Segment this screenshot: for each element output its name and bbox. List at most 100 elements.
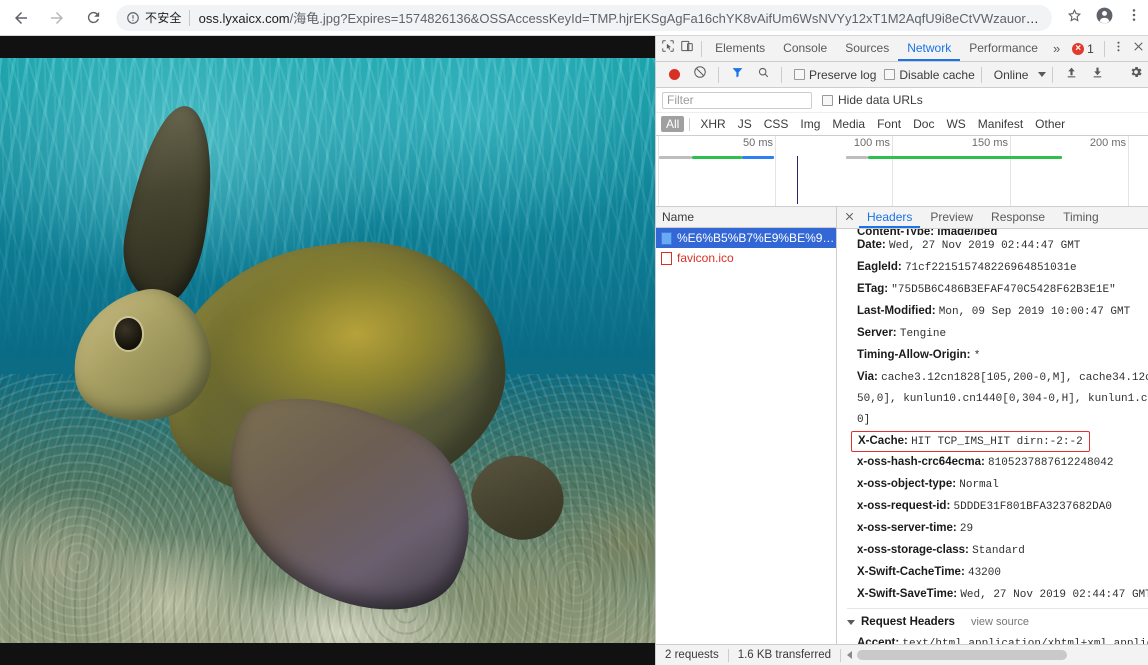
back-arrow-icon (12, 9, 30, 27)
bookmark-button[interactable] (1060, 4, 1088, 32)
timeline-bar-finish-1 (742, 156, 774, 159)
hide-data-urls-checkbox[interactable]: Hide data URLs (822, 93, 923, 107)
header-key: Via: (857, 371, 878, 383)
network-toolbar: Preserve log Disable cache Online (656, 62, 1148, 88)
header-line-timing-allow-origin: Timing-Allow-Origin: * (847, 345, 1148, 367)
request-name: favicon.ico (677, 251, 734, 265)
timeline-tick-label: 150 ms (971, 137, 1008, 149)
clear-button[interactable] (688, 63, 712, 87)
header-line-via: Via: cache3.12cn1828[105,200-0,M], cache… (847, 367, 1148, 389)
import-har-icon (1065, 66, 1078, 84)
throttling-select[interactable]: Online (994, 68, 1047, 82)
throttling-value: Online (993, 67, 1029, 82)
tab-timing[interactable]: Timing (1055, 207, 1107, 228)
resource-type-filters: All XHR JS CSS Img Media Font Doc WS Man… (656, 113, 1148, 136)
network-settings-button[interactable] (1124, 63, 1148, 87)
tab-elements[interactable]: Elements (706, 36, 774, 61)
device-toolbar-button[interactable] (678, 37, 698, 61)
type-filter-media[interactable]: Media (827, 116, 870, 132)
type-filter-css[interactable]: CSS (759, 116, 794, 132)
kebab-menu-icon (1126, 7, 1142, 28)
type-filter-manifest[interactable]: Manifest (973, 116, 1028, 132)
close-icon (844, 210, 855, 225)
header-line-oss-request-id: x-oss-request-id: 5DDDE31F801BFA3237682D… (847, 496, 1148, 518)
preserve-log-checkbox[interactable]: Preserve log (794, 68, 876, 82)
device-toolbar-icon (680, 39, 694, 58)
disable-cache-checkbox[interactable]: Disable cache (884, 68, 975, 82)
tab-performance[interactable]: Performance (960, 36, 1047, 61)
network-timeline-overview[interactable]: 50 ms 100 ms 150 ms 200 ms (656, 136, 1148, 207)
request-headers-title: Request Headers (861, 616, 955, 628)
type-filter-js[interactable]: JS (733, 116, 757, 132)
inspect-element-button[interactable] (658, 37, 678, 61)
filter-toggle-button[interactable] (725, 63, 749, 87)
header-line-server: Server: Tengine (847, 323, 1148, 345)
image-file-icon (661, 231, 672, 245)
type-filter-font[interactable]: Font (872, 116, 906, 132)
header-line-accept: Accept: text/html,application/xhtml+xml,… (847, 633, 1148, 644)
back-button[interactable] (6, 3, 36, 33)
header-key: X-Swift-SaveTime: (857, 588, 958, 600)
checkbox-icon (794, 69, 805, 80)
reload-button[interactable] (78, 3, 108, 33)
header-value: * (973, 350, 981, 362)
filter-input[interactable]: Filter (662, 91, 812, 109)
view-source-link[interactable]: view source (971, 611, 1029, 633)
url-text[interactable]: oss.lyxaicx.com/海龟.jpg?Expires=157482613… (199, 8, 1042, 27)
chevron-down-icon (847, 619, 855, 625)
reload-icon (85, 9, 102, 26)
type-filter-all[interactable]: All (661, 116, 685, 132)
tab-console[interactable]: Console (774, 36, 836, 61)
scroll-left-arrow-icon[interactable] (847, 651, 853, 659)
error-count-badge[interactable]: × 1 (1066, 42, 1100, 56)
request-headers-section-header[interactable]: Request Headers view source (847, 608, 1148, 633)
headers-content[interactable]: Content-Type: image/jpeg Date: Wed, 27 N… (837, 229, 1148, 644)
image-container (0, 58, 655, 643)
header-line-x-cache: X-Cache: HIT TCP_IMS_HIT dirn:-2:-2 (847, 431, 1148, 452)
forward-button[interactable] (42, 3, 72, 33)
toolbar-right-actions (1060, 4, 1148, 32)
timeline-tick-label: 100 ms (853, 137, 890, 149)
type-filter-other[interactable]: Other (1030, 116, 1070, 132)
header-key: Timing-Allow-Origin: (857, 349, 971, 361)
table-row[interactable]: %E6%B5%B7%E9%BE%9F.jpg?… (656, 228, 836, 248)
tab-sources[interactable]: Sources (836, 36, 898, 61)
profile-button[interactable] (1090, 4, 1118, 32)
type-filter-ws[interactable]: WS (941, 116, 970, 132)
close-detail-button[interactable] (841, 210, 857, 226)
more-tabs-button[interactable]: » (1047, 41, 1066, 56)
column-header-name[interactable]: Name (656, 207, 836, 228)
toolbar-divider-2 (781, 66, 782, 83)
type-filter-doc[interactable]: Doc (908, 116, 939, 132)
record-icon (668, 69, 680, 80)
header-value: HIT TCP_IMS_HIT dirn:-2:-2 (911, 436, 1083, 448)
timeline-bar-wait-2 (846, 156, 868, 159)
timeline-bar-wait-1 (659, 156, 692, 159)
devtools-settings-menu-button[interactable] (1109, 37, 1129, 61)
info-circle-icon[interactable] (126, 11, 140, 25)
search-button[interactable] (751, 63, 775, 87)
tab-response[interactable]: Response (983, 207, 1053, 228)
devtools-close-button[interactable] (1128, 37, 1148, 61)
failed-file-icon (661, 251, 672, 265)
horizontal-scrollbar[interactable] (845, 650, 1144, 660)
tab-headers[interactable]: Headers (859, 207, 921, 228)
import-har-button[interactable] (1059, 63, 1083, 87)
network-status-bar: 2 requests 1.6 KB transferred (656, 644, 1148, 665)
scrollbar-thumb[interactable] (857, 650, 1068, 660)
tab-network[interactable]: Network (898, 36, 961, 61)
type-filter-img[interactable]: Img (795, 116, 825, 132)
address-bar[interactable]: 不安全 oss.lyxaicx.com/海龟.jpg?Expires=15748… (116, 4, 1052, 31)
record-button[interactable] (662, 63, 686, 87)
header-line-eagleid: EagleId: 71cf221515748226964851031e (847, 257, 1148, 279)
toolbar-divider-1 (718, 66, 719, 83)
browser-toolbar: 不安全 oss.lyxaicx.com/海龟.jpg?Expires=15748… (0, 0, 1148, 36)
header-line-oss-server-time: x-oss-server-time: 29 (847, 518, 1148, 540)
url-host: oss.lyxaicx.com (198, 11, 290, 26)
timeline-gridline-0 (658, 136, 659, 206)
type-filter-xhr[interactable]: XHR (695, 116, 730, 132)
chrome-menu-button[interactable] (1120, 4, 1148, 32)
tab-preview[interactable]: Preview (922, 207, 981, 228)
table-row[interactable]: favicon.ico (656, 248, 836, 268)
export-har-button[interactable] (1085, 63, 1109, 87)
